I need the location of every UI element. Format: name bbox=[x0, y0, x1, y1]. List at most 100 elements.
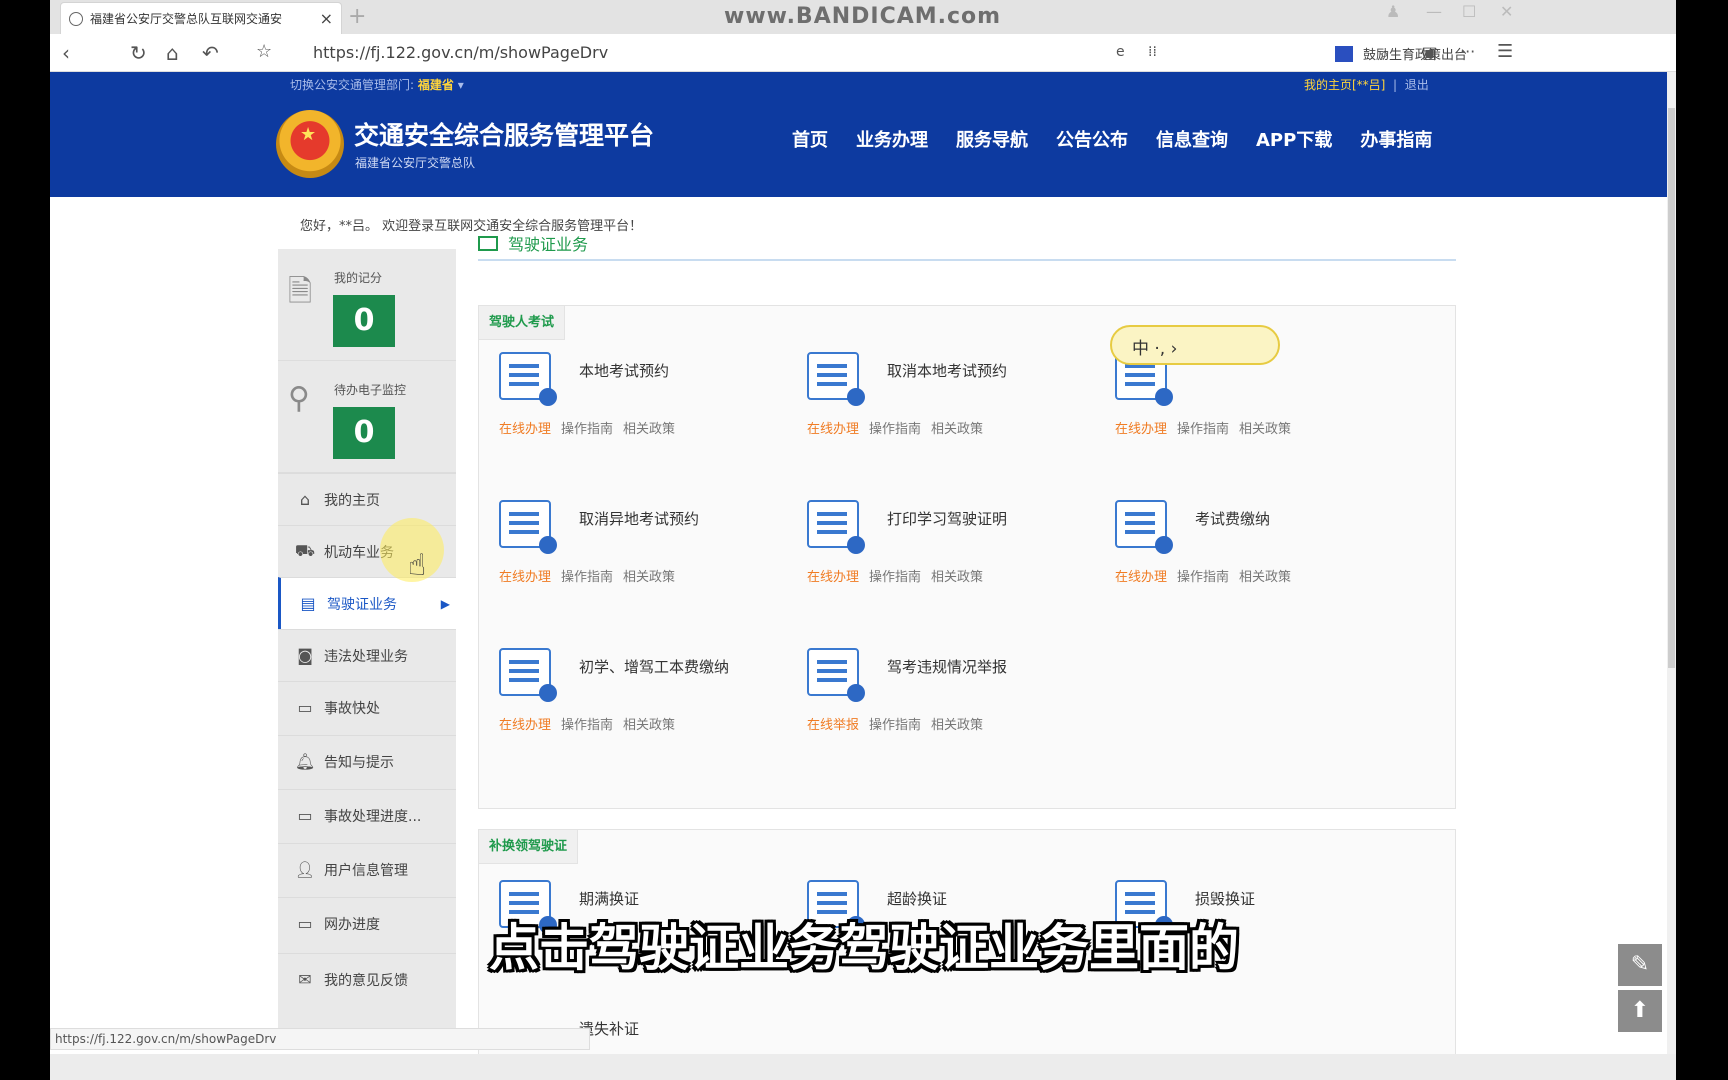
sidebar-item-label: 事故快处 bbox=[324, 700, 380, 717]
close-window-icon[interactable]: ✕ bbox=[1500, 2, 1513, 21]
section-divider bbox=[478, 259, 1456, 261]
site-title: 交通安全综合服务管理平台 bbox=[354, 121, 655, 150]
online-action-link[interactable]: 在线办理 bbox=[1115, 422, 1167, 437]
back-to-top-button[interactable]: ⬆ bbox=[1618, 990, 1662, 1032]
news-extension[interactable]: 鼓励生育政策出台 bbox=[1335, 44, 1467, 63]
search-icon[interactable]: ⌕ bbox=[1380, 44, 1389, 64]
card-icon: ▭ bbox=[297, 698, 313, 717]
policy-link[interactable]: 相关政策 bbox=[623, 570, 675, 585]
address-bar: ‹ ↻ ⌂ ↶ ☆ https://fj.122.gov.cn/m/showPa… bbox=[50, 34, 1676, 72]
document-icon: 🗎 bbox=[288, 274, 313, 309]
logout-link[interactable]: 退出 bbox=[1405, 78, 1429, 92]
online-action-link[interactable]: 在线办理 bbox=[499, 570, 551, 585]
clipboard-alert-icon bbox=[807, 648, 865, 702]
score-value: 0 bbox=[333, 295, 395, 347]
guide-link[interactable]: 操作指南 bbox=[869, 718, 921, 733]
service-local-exam-booking: 本地考试预约 在线办理 操作指南 相关政策 bbox=[479, 352, 779, 462]
sidebar-item-my-home[interactable]: ⌂ 我的主页 bbox=[278, 473, 456, 525]
sidebar-item-violation[interactable]: ◙ 违法处理业务 bbox=[278, 629, 456, 681]
nav-business[interactable]: 业务办理 bbox=[856, 126, 928, 152]
hand-cursor-icon: ☝ bbox=[408, 548, 427, 583]
undo-icon[interactable]: ↶ bbox=[202, 41, 219, 65]
my-score-card[interactable]: 🗎 我的记分 0 bbox=[278, 249, 456, 361]
nav-info-query[interactable]: 信息查询 bbox=[1156, 126, 1228, 152]
guide-link[interactable]: 操作指南 bbox=[869, 422, 921, 437]
screen: 福建省公安厅交警总队互联网交通安 × + www.BANDICAM.com ♟ … bbox=[0, 0, 1728, 1080]
scrollbar-thumb[interactable] bbox=[1668, 108, 1675, 668]
star-icon[interactable]: ☆ bbox=[256, 41, 272, 62]
pending-monitor-card[interactable]: ⚲ 待办电子监控 0 bbox=[278, 361, 456, 473]
police-emblem-icon bbox=[276, 110, 344, 178]
policy-link[interactable]: 相关政策 bbox=[931, 422, 983, 437]
card-icon: ▭ bbox=[297, 806, 313, 825]
guide-link[interactable]: 操作指南 bbox=[1177, 422, 1229, 437]
nav-announcements[interactable]: 公告公布 bbox=[1056, 126, 1128, 152]
video-caption: 点击驾驶证业务驾驶证业务里面的 bbox=[489, 919, 1239, 977]
new-tab-button[interactable]: + bbox=[348, 4, 366, 29]
sidebar-item-label: 驾驶证业务 bbox=[327, 596, 397, 613]
nav-app-download[interactable]: APP下载 bbox=[1256, 126, 1332, 152]
caret-right-icon: ▶ bbox=[440, 596, 450, 611]
policy-link[interactable]: 相关政策 bbox=[931, 718, 983, 733]
sidebar-item-accident-quick[interactable]: ▭ 事故快处 bbox=[278, 681, 456, 733]
sidebar-item-label: 告知与提示 bbox=[324, 754, 394, 771]
maximize-icon[interactable]: ☐ bbox=[1462, 2, 1476, 21]
minimize-icon[interactable]: — bbox=[1426, 2, 1442, 21]
service-name: 考试费缴纳 bbox=[1195, 510, 1271, 528]
browser-tab[interactable]: 福建省公安厅交警总队互联网交通安 × bbox=[60, 2, 342, 34]
service-name: 遗失补证 bbox=[579, 1020, 640, 1038]
menu-icon[interactable]: ☰ bbox=[1497, 41, 1513, 62]
service-print-study-proof: 打印学习驾驶证明 在线办理 操作指南 相关政策 bbox=[787, 500, 1087, 610]
nav-guide[interactable]: 办事指南 bbox=[1360, 126, 1432, 152]
guide-link[interactable]: 操作指南 bbox=[869, 570, 921, 585]
policy-link[interactable]: 相关政策 bbox=[623, 718, 675, 733]
policy-link[interactable]: 相关政策 bbox=[931, 570, 983, 585]
camera-monitor-icon: ⚲ bbox=[288, 381, 310, 416]
service-name: 初学、增驾工本费缴纳 bbox=[579, 658, 730, 676]
service-exam-fee: 考试费缴纳 在线办理 操作指南 相关政策 bbox=[1095, 500, 1395, 610]
guide-link[interactable]: 操作指南 bbox=[1177, 570, 1229, 585]
policy-link[interactable]: 相关政策 bbox=[1239, 570, 1291, 585]
grid-icon[interactable]: ⁞⁞ bbox=[1148, 44, 1157, 60]
service-production-fee: 初学、增驾工本费缴纳 在线办理 操作指南 相关政策 bbox=[479, 648, 779, 758]
policy-link[interactable]: 相关政策 bbox=[623, 422, 675, 437]
nav-home[interactable]: 首页 bbox=[792, 126, 828, 152]
my-home-link[interactable]: 我的主页[**吕] bbox=[1304, 78, 1385, 92]
sidebar-item-license[interactable]: ▤ 驾驶证业务 ▶ bbox=[278, 577, 456, 629]
switch-label: 切换公安交通管理部门: bbox=[290, 78, 415, 92]
service-name: 期满换证 bbox=[579, 890, 640, 908]
service-violation-report: 驾考违规情况举报 在线举报 操作指南 相关政策 bbox=[787, 648, 1087, 758]
online-action-link[interactable]: 在线办理 bbox=[499, 422, 551, 437]
online-action-link[interactable]: 在线办理 bbox=[499, 718, 551, 733]
nav-service-guide[interactable]: 服务导航 bbox=[956, 126, 1028, 152]
image-icon[interactable]: ▣ bbox=[1422, 43, 1437, 62]
back-icon[interactable]: ‹ bbox=[62, 41, 70, 65]
online-report-link[interactable]: 在线举报 bbox=[807, 718, 859, 733]
home-icon[interactable]: ⌂ bbox=[166, 41, 179, 65]
online-action-link[interactable]: 在线办理 bbox=[807, 570, 859, 585]
policy-link[interactable]: 相关政策 bbox=[1239, 422, 1291, 437]
skin-icon[interactable]: ♟ bbox=[1386, 2, 1400, 21]
service-name: 损毁换证 bbox=[1195, 890, 1256, 908]
guide-link[interactable]: 操作指南 bbox=[561, 570, 613, 585]
extension-label: 鼓励生育政策出台 bbox=[1363, 48, 1468, 63]
score-label: 我的记分 bbox=[334, 271, 383, 285]
clipboard-icon bbox=[807, 500, 865, 554]
guide-link[interactable]: 操作指南 bbox=[561, 422, 613, 437]
sidebar-item-label: 我的主页 bbox=[324, 492, 380, 509]
close-tab-icon[interactable]: × bbox=[320, 9, 333, 28]
more-icon[interactable]: ··· bbox=[1460, 42, 1475, 61]
reload-icon[interactable]: ↻ bbox=[130, 41, 147, 65]
sidebar-item-user-info[interactable]: 👤︎ 用户信息管理 bbox=[278, 843, 456, 895]
url-field[interactable]: https://fj.122.gov.cn/m/showPageDrv bbox=[313, 43, 608, 62]
guide-link[interactable]: 操作指南 bbox=[561, 718, 613, 733]
top-strip: 切换公安交通管理部门: 福建省 ▾ 我的主页[**吕] | 退出 bbox=[50, 72, 1667, 96]
department-switch[interactable]: 切换公安交通管理部门: 福建省 ▾ bbox=[290, 76, 464, 93]
sidebar-item-accident-progress[interactable]: ▭ 事故处理进度... bbox=[278, 789, 456, 841]
ime-toolbar[interactable]: 中 ·, › bbox=[1110, 325, 1280, 365]
ie-icon[interactable]: e bbox=[1116, 44, 1125, 60]
online-action-link[interactable]: 在线办理 bbox=[1115, 570, 1167, 585]
province-select[interactable]: 福建省 bbox=[418, 78, 454, 92]
sidebar-item-notice[interactable]: 🔔︎ 告知与提示 bbox=[278, 735, 456, 787]
online-action-link[interactable]: 在线办理 bbox=[807, 422, 859, 437]
